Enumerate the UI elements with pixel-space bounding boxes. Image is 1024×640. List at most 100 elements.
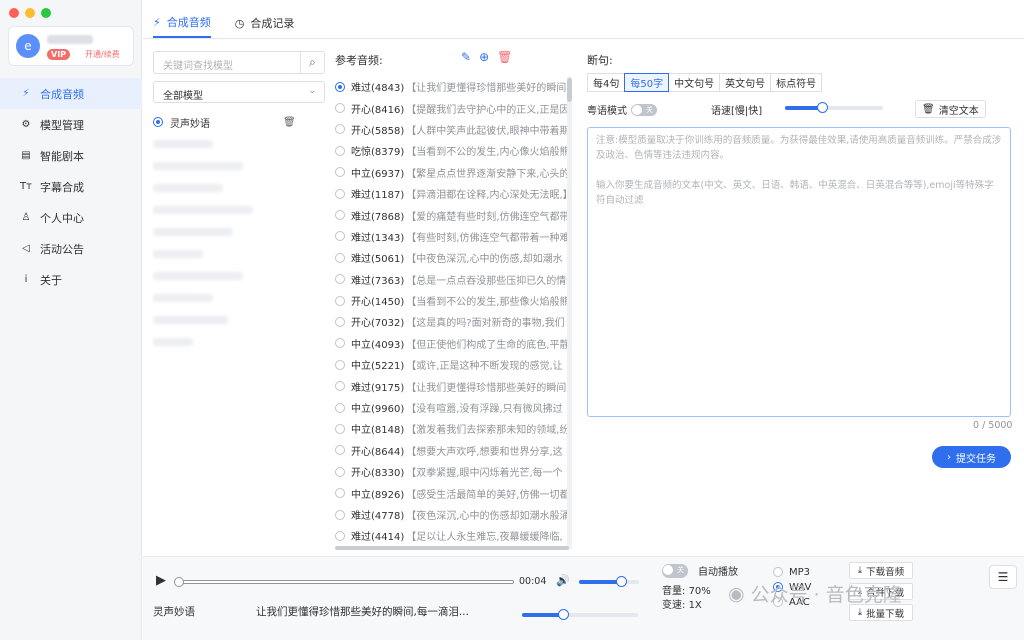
split-option[interactable]: 英文句号 — [719, 73, 772, 92]
reference-radio[interactable] — [335, 359, 345, 370]
progress-handle[interactable] — [174, 577, 184, 587]
avatar[interactable]: e — [16, 34, 40, 58]
delete-icon[interactable]: 🗑 — [497, 50, 512, 64]
text-input[interactable]: 注意:模型质量取决于你训练用的音频质量。为获得最佳效果,请使用高质量音频训练。严… — [587, 127, 1011, 417]
reference-radio[interactable] — [335, 188, 345, 199]
reference-item[interactable]: 难过(4778) 【夜色深沉,心中的伤感却如潮水般涌 — [335, 504, 567, 525]
renew-link[interactable]: 开通/续费 — [85, 49, 120, 60]
playback-progress[interactable] — [174, 577, 514, 587]
split-option[interactable]: 标点符号 — [770, 73, 823, 92]
reference-item[interactable]: 开心(7032) 【这是真的吗?面对新奇的事物,我们 — [335, 311, 567, 332]
reference-radio[interactable] — [335, 338, 345, 349]
reference-item[interactable]: 难过(1187) 【异滴泪都在诠释,内心深处无法眠,】 — [335, 183, 567, 204]
clock-icon: ◷ — [234, 16, 245, 30]
tab-synthesize[interactable]: ⚡ 合成音频 — [153, 8, 211, 38]
reference-radio[interactable] — [335, 466, 345, 477]
close-window-button[interactable] — [9, 8, 19, 18]
reference-item[interactable]: 开心(8330) 【双拳紧握,眼中闪烁着光芒,每一个 — [335, 461, 567, 482]
reference-radio[interactable] — [335, 81, 345, 92]
reference-item[interactable]: 中立(5221) 【或许,正是这种不断发现的感觉,让 — [335, 354, 567, 375]
autoplay-toggle[interactable]: 关 — [662, 563, 688, 578]
reference-radio[interactable] — [335, 274, 345, 285]
download-audio-button[interactable]: ⤓ 下载音频 — [849, 562, 913, 579]
reference-item[interactable]: 中立(8926) 【感受生活最简单的美好,仿佛一切都 — [335, 482, 567, 503]
reference-item[interactable]: 难过(4843) 【让我们更懂得珍惜那些美好的瞬间, — [335, 76, 567, 97]
reference-item[interactable]: 难过(4414) 【足以让人永生难忘,夜幕缓缓降临, — [335, 525, 567, 546]
model-search-input[interactable]: 关键词查找模型 ⌕ — [153, 51, 325, 74]
reference-radio[interactable] — [335, 381, 345, 392]
split-option[interactable]: 每4句 — [587, 73, 626, 92]
reference-scrollbar[interactable] — [567, 76, 572, 550]
model-icon: ⚙ — [21, 119, 31, 130]
sidebar-item-announcements[interactable]: ◁ 活动公告 — [0, 233, 142, 264]
reference-item[interactable]: 难过(7363) 【总是一点点吞没那些压抑已久的情绪 — [335, 269, 567, 290]
reference-radio[interactable] — [335, 488, 345, 499]
reference-hscrollbar[interactable] — [335, 546, 569, 550]
reference-item[interactable]: 开心(8644) 【想要大声欢呼,想要和世界分享,这 — [335, 440, 567, 461]
reference-label: 中立(9960) — [351, 404, 405, 416]
volume-icon[interactable]: 🔊 — [556, 574, 570, 587]
menu-icon[interactable]: ☰ — [989, 565, 1017, 589]
search-icon[interactable]: ⌕ — [300, 52, 324, 73]
model-filter-select[interactable]: 全部模型 ⌄ — [153, 81, 325, 103]
submit-button[interactable]: › 提交任务 — [932, 446, 1011, 468]
reference-radio[interactable] — [335, 530, 345, 541]
maximize-window-button[interactable] — [41, 8, 51, 18]
reference-item[interactable]: 吃惊(8379) 【当看到不公的发生,内心像火焰般熊 — [335, 140, 567, 161]
reference-item[interactable]: 开心(8416) 【提醒我们去守护心中的正义,正是因 — [335, 97, 567, 118]
model-list-item[interactable]: 灵声妙语 🗑 — [153, 113, 296, 131]
sidebar-item-script[interactable]: ▤ 智能剧本 — [0, 140, 142, 171]
play-icon[interactable]: ▶ — [156, 573, 166, 588]
split-option[interactable]: 中文句号 — [668, 73, 721, 92]
reference-radio[interactable] — [335, 295, 345, 306]
slider-handle[interactable] — [616, 576, 627, 587]
sidebar-item-profile[interactable]: ♙ 个人中心 — [0, 202, 142, 233]
reference-radio[interactable] — [335, 231, 345, 242]
reference-item[interactable]: 难过(1343) 【有些时刻,仿佛连空气都带着一种难 — [335, 226, 567, 247]
reference-radio[interactable] — [335, 103, 345, 114]
reference-radio[interactable] — [335, 423, 345, 434]
format-option[interactable]: MP3 — [773, 565, 811, 579]
reference-radio[interactable] — [335, 167, 345, 178]
reference-label: 难过(1187) — [351, 190, 405, 202]
tab-history[interactable]: ◷ 合成记录 — [235, 8, 295, 38]
format-radio[interactable] — [773, 567, 783, 577]
reference-item[interactable]: 中立(9960) 【没有喧嚣,没有浮躁,只有微风拂过 — [335, 397, 567, 418]
minimize-window-button[interactable] — [25, 8, 35, 18]
reference-item[interactable]: 开心(5858) 【人群中笑声此起彼伏,眼神中带着期 — [335, 119, 567, 140]
reference-radio[interactable] — [335, 402, 345, 413]
reference-radio[interactable] — [335, 145, 345, 156]
reference-item[interactable]: 开心(1450) 【当看到不公的发生,那些像火焰般熊 — [335, 290, 567, 311]
autoplay-label: 自动播放 — [698, 567, 738, 578]
slider-handle[interactable] — [817, 102, 829, 113]
speed-slider[interactable] — [522, 609, 638, 620]
trash-icon[interactable]: 🗑 — [283, 117, 296, 128]
cantonese-toggle[interactable]: 关 — [631, 103, 657, 116]
add-circle-icon[interactable]: ⊕ — [479, 50, 489, 64]
reference-radio[interactable] — [335, 445, 345, 456]
reference-item[interactable]: 难过(5061) 【中夜色深沉,心中的伤感,却如潮水 — [335, 247, 567, 268]
user-card[interactable]: e VIP 开通/续费 — [8, 26, 134, 66]
reference-radio[interactable] — [335, 210, 345, 221]
volume-slider[interactable] — [579, 576, 639, 587]
model-radio[interactable] — [153, 117, 163, 127]
sidebar-item-subtitles[interactable]: Tт 字幕合成 — [0, 171, 142, 202]
clear-text-button[interactable]: 🗑 清空文本 — [915, 100, 986, 118]
split-option[interactable]: 每50字 — [624, 73, 670, 92]
reference-item[interactable]: 中立(4093) 【但正使他们构成了生命的底色,平静 — [335, 333, 567, 354]
reference-radio[interactable] — [335, 316, 345, 327]
slider-handle[interactable] — [557, 609, 569, 620]
reference-radio[interactable] — [335, 252, 345, 263]
sidebar-item-models[interactable]: ⚙ 模型管理 — [0, 109, 142, 140]
reference-item[interactable]: 中立(8148) 【激发着我们去探索那未知的领域,纷 — [335, 418, 567, 439]
speed-slider[interactable] — [785, 102, 883, 113]
scrollbar-thumb[interactable] — [567, 78, 572, 102]
edit-icon[interactable]: ✎ — [461, 50, 471, 64]
reference-radio[interactable] — [335, 509, 345, 520]
sidebar-item-synthesize[interactable]: ⚡ 合成音频 — [0, 78, 142, 109]
reference-item[interactable]: 中立(6937) 【繁星点点世界逐渐安静下来,心头的 — [335, 162, 567, 183]
sidebar-item-about[interactable]: i 关于 — [0, 264, 142, 295]
reference-item[interactable]: 难过(7868) 【爱的痛楚有些时刻,仿佛连空气都带 — [335, 204, 567, 225]
reference-item[interactable]: 难过(9175) 【让我们更懂得珍惜那些美好的瞬间,】 — [335, 375, 567, 396]
reference-radio[interactable] — [335, 124, 345, 135]
